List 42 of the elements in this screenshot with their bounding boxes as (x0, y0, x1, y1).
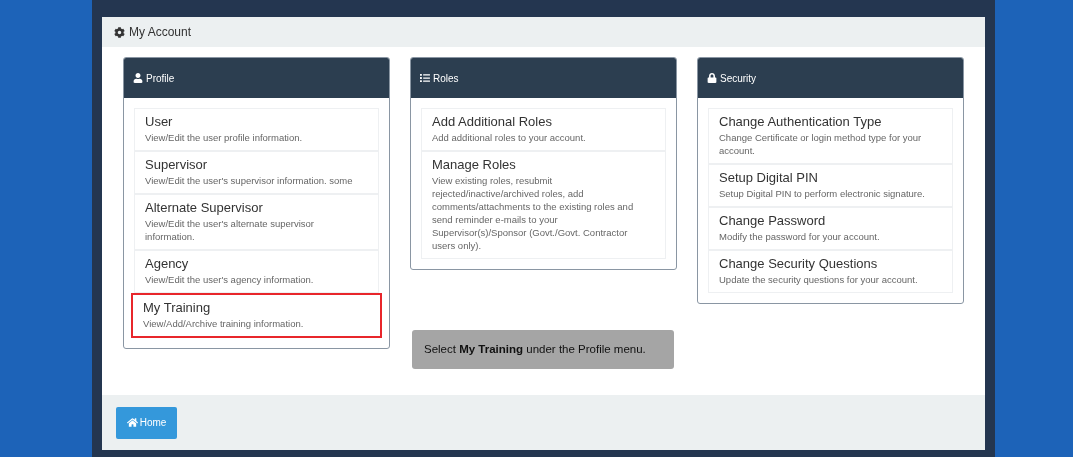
item-description: View/Edit the user's alternate supervisor information. (145, 217, 316, 244)
menu-item[interactable]: Setup Digital PIN Setup Digital PIN to perform electronic signature. (708, 164, 953, 207)
item-description: Add additional roles to your account. (432, 131, 587, 145)
settings-icon (114, 26, 125, 38)
item-title: My Training (143, 299, 212, 317)
item-title: Agency (145, 255, 190, 273)
item-description: Modify the password for your account. (719, 230, 881, 244)
menu-item[interactable]: Change Password Modify the password for your account. (708, 207, 953, 250)
item-title: Manage Roles (432, 156, 517, 174)
user-icon (133, 73, 143, 83)
item-title: Change Authentication Type (719, 113, 883, 131)
panel-title: Profile (146, 71, 175, 86)
page-title: My Account (129, 24, 192, 41)
item-title: Change Security Questions (719, 255, 879, 273)
menu-item[interactable]: Change Security Questions Update the security questions for your account. (708, 250, 953, 293)
item-description: View/Edit the user's supervisor information. some (145, 174, 354, 188)
menu-item[interactable]: Add Additional Roles Add additional roles to your account. (421, 108, 666, 151)
panel-title: Roles (433, 71, 459, 86)
item-description: View/Edit the user profile information. (145, 131, 304, 145)
panel-title: Security (720, 71, 757, 86)
item-description: View existing roles, resubmit rejected/inactive/archived roles, add comments/attachments to the existing roles and send reminder e-mails to your Supervisor(s)/Sponsor (Govt./Govt. Contractor users only). (432, 174, 635, 253)
menu-item[interactable]: User View/Edit the user profile information. (134, 108, 379, 151)
home-icon (126, 417, 138, 428)
item-title: Change Password (719, 212, 827, 230)
lock-icon (707, 73, 717, 83)
item-title: Alternate Supervisor (145, 199, 264, 217)
instruction-callout: Select My Training under the Profile menu. (412, 330, 674, 369)
item-title: User (145, 113, 174, 131)
item-description: View/Edit the user's agency information. (145, 273, 315, 287)
item-title: Setup Digital PIN (719, 169, 819, 187)
menu-item[interactable]: Agency View/Edit the user's agency information. (134, 250, 379, 293)
menu-item[interactable]: Supervisor View/Edit the user's supervisor information. some (134, 151, 379, 194)
menu-item[interactable]: Change Authentication Type Change Certificate or login method type for your account. (708, 108, 953, 164)
item-description: View/Add/Archive training information. (143, 317, 305, 331)
item-title: Supervisor (145, 156, 209, 174)
menu-item[interactable]: Alternate Supervisor View/Edit the user's alternate supervisor information. (134, 194, 379, 250)
item-title: Add Additional Roles (432, 113, 553, 131)
item-description: Update the security questions for your account. (719, 273, 919, 287)
item-description: Change Certificate or login method type for your account. (719, 131, 923, 158)
list-icon (420, 73, 430, 83)
item-description: Setup Digital PIN to perform electronic signature. (719, 187, 926, 201)
menu-item[interactable]: My Training View/Add/Archive training information. (131, 293, 382, 338)
